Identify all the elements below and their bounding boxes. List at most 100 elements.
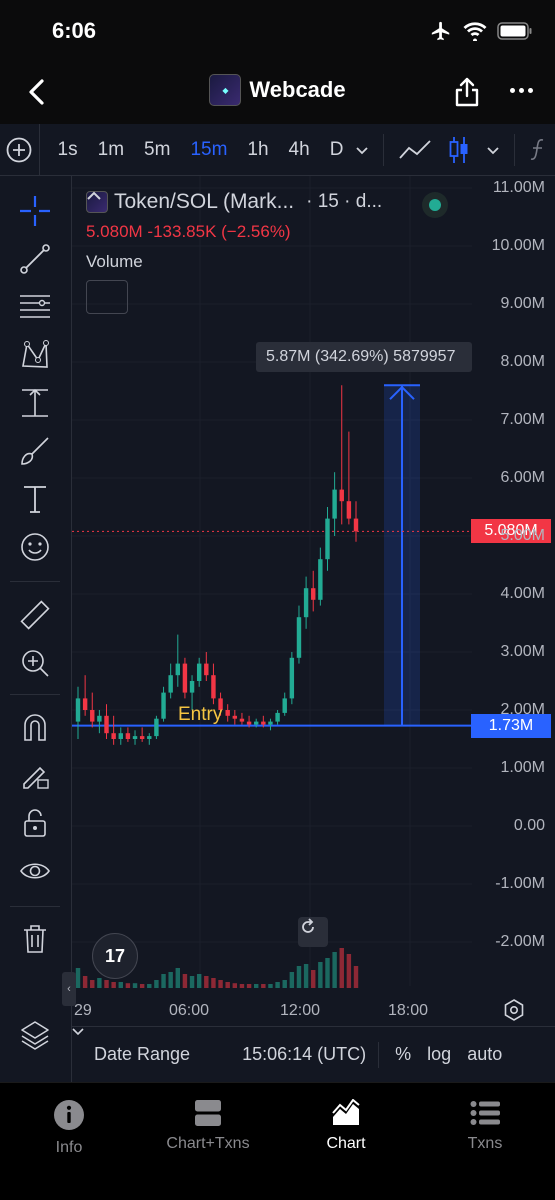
battery-icon [497, 22, 532, 40]
candle-body [332, 489, 337, 519]
volume-bar [268, 984, 273, 988]
sidebar-collapse-tab[interactable]: ‹ [62, 972, 76, 1006]
y-tick-label: -1.00M [495, 875, 545, 892]
candle-body [82, 698, 88, 710]
volume-bar [218, 980, 223, 988]
date-range-button[interactable]: Date Range [72, 1028, 191, 1065]
interval-1h[interactable]: 1h [237, 124, 278, 176]
bottom-divider [378, 1041, 380, 1068]
tab-info[interactable]: Info [0, 1099, 138, 1157]
delete-tool[interactable] [14, 918, 56, 960]
candle-body [204, 663, 209, 676]
share-button[interactable] [453, 76, 481, 113]
zoom-tool[interactable] [14, 642, 56, 684]
lock-drawing-tool[interactable] [14, 754, 56, 796]
ruler-tool[interactable] [14, 594, 56, 636]
x-tick-label: 06:00 [169, 1002, 210, 1019]
text-tool[interactable] [14, 478, 56, 520]
candle-body [196, 663, 202, 681]
list-icon [470, 1101, 500, 1125]
brush-icon [21, 437, 49, 465]
volume-bar [296, 966, 302, 988]
candle-body [97, 715, 102, 722]
emoji-tool[interactable] [14, 526, 56, 568]
volume-bar [175, 968, 181, 988]
candle-body [261, 721, 266, 725]
ruler-icon [20, 600, 50, 630]
legend-collapse-button[interactable] [86, 191, 128, 314]
chart-legend: Token/SOL (Mark... · 15 · d... 5.080M -1… [86, 190, 382, 314]
function-icon [530, 138, 544, 160]
page-title: Webcade [249, 77, 346, 102]
y-tick-label: 11.00M [492, 179, 545, 196]
volume-bar [275, 982, 280, 988]
more-dot-icon [510, 88, 515, 93]
utc-clock[interactable]: 15:06:14 (UTC) [242, 1044, 366, 1065]
trend-line-icon [20, 244, 50, 274]
candle-body [182, 663, 188, 693]
volume-bar [246, 984, 252, 988]
volume-label: Volume [86, 252, 143, 271]
brush-tool[interactable] [14, 430, 56, 472]
magnet-tool[interactable] [14, 706, 56, 748]
y-tick-label: 7.00M [500, 411, 545, 428]
fib-tool[interactable] [14, 286, 56, 328]
nav-bar: ◆ Webcade [0, 60, 555, 124]
fib-retracement-icon [20, 295, 50, 318]
plus-circle-icon [6, 137, 32, 162]
layers-icon [21, 1021, 49, 1050]
indicators-button[interactable] [521, 137, 555, 163]
legend-symbol-row[interactable]: Token/SOL (Mark... · 15 · d... [86, 190, 382, 214]
interval-1m[interactable]: 1m [88, 124, 134, 176]
candle-body [104, 715, 109, 734]
interval-dropdown[interactable] [347, 145, 377, 155]
percent-toggle[interactable]: % [395, 1044, 411, 1065]
crosshair-tool[interactable] [14, 190, 56, 232]
interval-4h[interactable]: 4h [279, 124, 320, 176]
candles-button[interactable] [440, 135, 478, 165]
area-chart-icon [332, 1099, 360, 1125]
candle-body [154, 718, 159, 737]
trend-line-tool[interactable] [14, 238, 56, 280]
interval-15m[interactable]: 15m [180, 124, 237, 176]
log-toggle[interactable]: log [427, 1044, 451, 1065]
tab-chart-txns[interactable]: Chart+Txns [139, 1099, 277, 1153]
volume-bar [204, 976, 209, 988]
y-tick-label: 0.00 [513, 817, 545, 834]
measure-tool[interactable] [14, 382, 56, 424]
object-tree-tool[interactable] [14, 1014, 56, 1056]
y-tick-label: 10.00M [491, 237, 545, 254]
interval-d[interactable]: D [320, 124, 348, 176]
date-range-label: Date Range [94, 1044, 191, 1064]
split-view-icon [195, 1100, 221, 1126]
status-time: 6:06 [52, 18, 97, 43]
interval-1s[interactable]: 1s [48, 124, 88, 176]
line-chart-button[interactable] [390, 138, 440, 162]
auto-toggle[interactable]: auto [467, 1044, 502, 1065]
drawing-toolbar [0, 176, 72, 1082]
tab-txns[interactable]: Txns [416, 1099, 554, 1153]
reset-chart-button[interactable] [298, 917, 328, 947]
tradingview-logo[interactable]: 17 [92, 933, 138, 979]
visibility-tool[interactable] [14, 850, 56, 892]
lock-tool[interactable] [14, 802, 56, 844]
candle-body [111, 733, 116, 739]
tab-chart[interactable]: Chart [277, 1099, 415, 1153]
add-symbol-button[interactable] [0, 123, 40, 176]
toolbar-divider [383, 133, 385, 166]
chart-area[interactable]: Token/SOL (Mark... · 15 · d... 5.080M -1… [62, 176, 555, 1082]
info-icon [54, 1100, 84, 1130]
legend-price: 5.080M -133.85K (−2.56%) [86, 222, 291, 241]
pattern-tool[interactable] [14, 334, 56, 376]
more-button[interactable] [510, 88, 533, 93]
volume-bar [239, 984, 245, 988]
volume-bar [303, 964, 309, 988]
candle-body [132, 736, 138, 739]
volume-bar [261, 984, 266, 988]
candle-body [161, 692, 166, 719]
gear-icon [504, 999, 524, 1021]
reset-icon [302, 918, 314, 933]
volume-bar [111, 982, 116, 988]
chart-type-dropdown[interactable] [478, 145, 508, 155]
interval-5m[interactable]: 5m [134, 124, 180, 176]
